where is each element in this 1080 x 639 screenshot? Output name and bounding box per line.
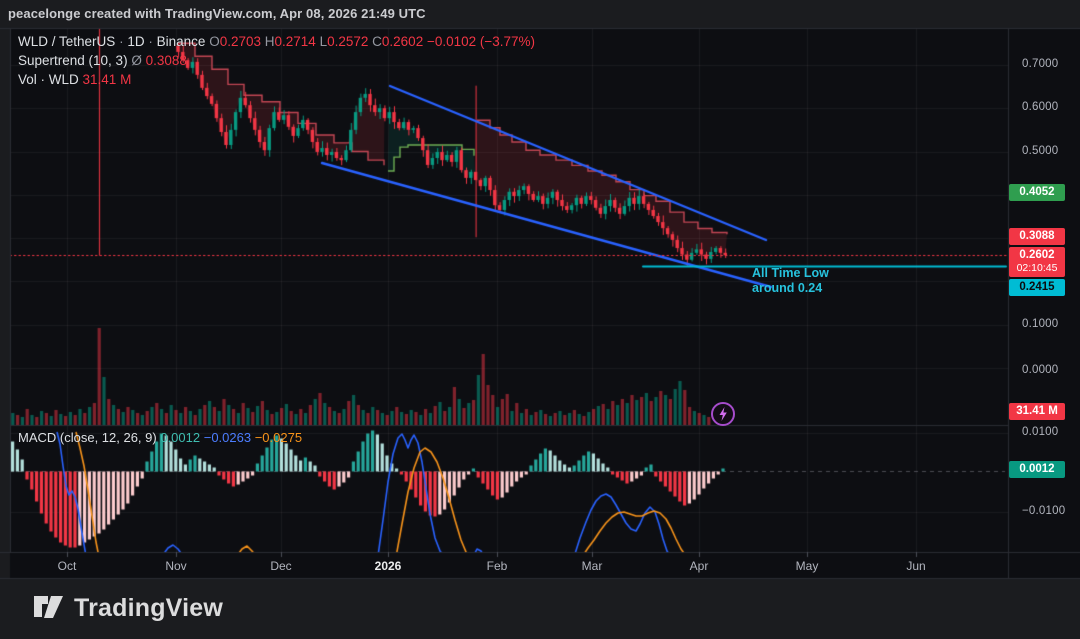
time-axis-label: May	[796, 559, 819, 573]
time-axis-label: Nov	[165, 559, 186, 573]
attribution-bar: peacelonge created with TradingView.com,…	[8, 6, 426, 21]
annotation-all-time-low: All Time Low around 0.24	[752, 266, 829, 296]
price-axis-label: 0.0000	[1022, 364, 1058, 376]
symbol-name: WLD / TetherUS	[18, 34, 115, 49]
time-axis-label: Oct	[58, 559, 77, 573]
tradingview-snapshot: peacelonge created with TradingView.com,…	[0, 0, 1080, 639]
macd-signal-value: −0.0275	[255, 430, 302, 445]
price-badge: 0.4052	[1009, 184, 1065, 201]
avg-symbol: Ø	[131, 53, 142, 68]
symbol-legend: WLD / TetherUS · 1D · Binance O0.2703 H0…	[18, 33, 535, 90]
close-value: 0.2602	[382, 34, 423, 49]
time-axis-label: Dec	[270, 559, 291, 573]
volume-row[interactable]: Vol · WLD 31.41 M	[18, 71, 535, 89]
price-axis-label: 0.6000	[1022, 101, 1058, 113]
time-axis-label: Jun	[906, 559, 925, 573]
last-price-badge: 0.260202:10:45	[1009, 247, 1065, 277]
time-axis-label: 2026	[375, 559, 402, 573]
open-value: 0.2703	[220, 34, 261, 49]
time-axis-label: Feb	[487, 559, 508, 573]
macd-histogram-value: 0.0012	[160, 430, 200, 445]
time-axis-label: Apr	[690, 559, 709, 573]
price-badge: 31.41 M	[1009, 403, 1065, 420]
countdown-timer: 02:10:45	[1015, 262, 1059, 275]
tradingview-brand-text: TradingView	[74, 594, 223, 623]
tradingview-logo-icon	[34, 595, 64, 622]
price-axis-label: 0.5000	[1022, 145, 1058, 157]
change-value: −0.0102 (−3.77%)	[427, 34, 535, 49]
price-axis-label: 0.0100	[1022, 426, 1058, 438]
chart-canvas[interactable]	[0, 0, 1080, 639]
macd-legend[interactable]: MACD (close, 12, 26, 9) 0.0012 −0.0263 −…	[18, 430, 302, 445]
price-axis-label: −0.0100	[1022, 505, 1065, 517]
time-axis-label: Mar	[582, 559, 603, 573]
price-axis-label: 0.1000	[1022, 318, 1058, 330]
lightning-icon	[710, 401, 736, 427]
supertrend-value: 0.3088	[146, 53, 187, 68]
volume-name: Vol · WLD	[18, 72, 79, 87]
supertrend-name: Supertrend (10, 3)	[18, 53, 128, 68]
interval: 1D	[127, 34, 144, 49]
high-value: 0.2714	[275, 34, 316, 49]
symbol-row[interactable]: WLD / TetherUS · 1D · Binance O0.2703 H0…	[18, 33, 535, 51]
macd-line-value: −0.0263	[204, 430, 251, 445]
price-badge: 0.3088	[1009, 228, 1065, 245]
price-axis-label: 0.7000	[1022, 58, 1058, 70]
exchange: Binance	[157, 34, 206, 49]
low-value: 0.2572	[327, 34, 368, 49]
price-badge: 0.0012	[1009, 461, 1065, 478]
supertrend-row[interactable]: Supertrend (10, 3) Ø 0.3088	[18, 52, 535, 70]
tradingview-logo[interactable]: TradingView	[34, 594, 223, 623]
price-badge: 0.2415	[1009, 279, 1065, 296]
lightning-button[interactable]	[710, 401, 736, 427]
macd-name: MACD (close, 12, 26, 9)	[18, 430, 157, 445]
volume-value: 31.41 M	[83, 72, 132, 87]
